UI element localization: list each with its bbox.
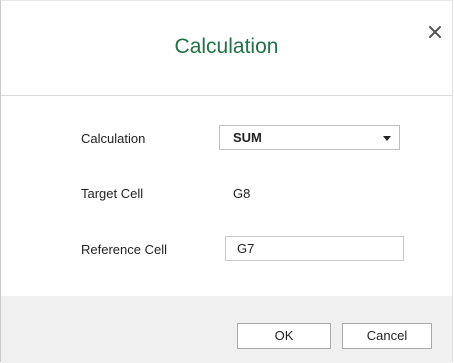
- calculation-label: Calculation: [81, 131, 146, 146]
- close-icon[interactable]: [426, 23, 444, 41]
- target-cell-label: Target Cell: [81, 186, 144, 201]
- calculation-selected-value: SUM: [233, 130, 262, 145]
- dialog-title: Calculation: [174, 35, 279, 58]
- chevron-down-icon: [383, 136, 391, 141]
- ok-button[interactable]: OK: [237, 323, 331, 349]
- reference-cell-value: G7: [237, 241, 255, 256]
- dialog-header: Calculation: [1, 1, 452, 96]
- reference-cell-input[interactable]: G7: [225, 236, 404, 261]
- cancel-button[interactable]: Cancel: [342, 323, 432, 349]
- target-cell-value: G8: [233, 186, 251, 201]
- dialog-body: Calculation SUM Target Cell G8 Reference…: [1, 96, 452, 296]
- reference-cell-label: Reference Cell: [81, 242, 167, 257]
- dialog-footer: OK Cancel: [1, 296, 452, 363]
- calculation-dialog: Calculation Calculation SUM Target Cell …: [0, 0, 453, 363]
- calculation-select[interactable]: SUM: [219, 125, 400, 150]
